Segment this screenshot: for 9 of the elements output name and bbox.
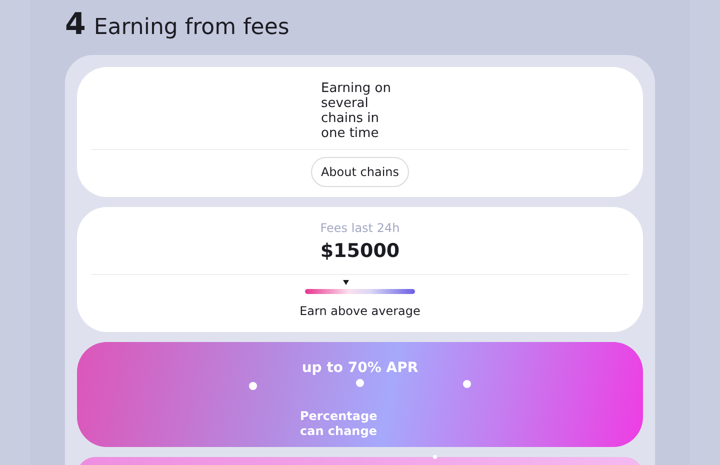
about-chains-button[interactable]: About chains [310, 157, 410, 187]
chains-text: Earning on several chains in one time [321, 80, 392, 141]
section-title: Earning from fees [94, 17, 290, 39]
apr-title: up to 70% APR [300, 358, 420, 378]
apr-note: Percentage can change [300, 408, 378, 438]
fees-label: Fees last 24h [319, 220, 401, 237]
fees-amount: $15000 [319, 239, 401, 264]
meter-caption: Earn above average [298, 302, 422, 320]
section-number: 4 [65, 10, 86, 40]
